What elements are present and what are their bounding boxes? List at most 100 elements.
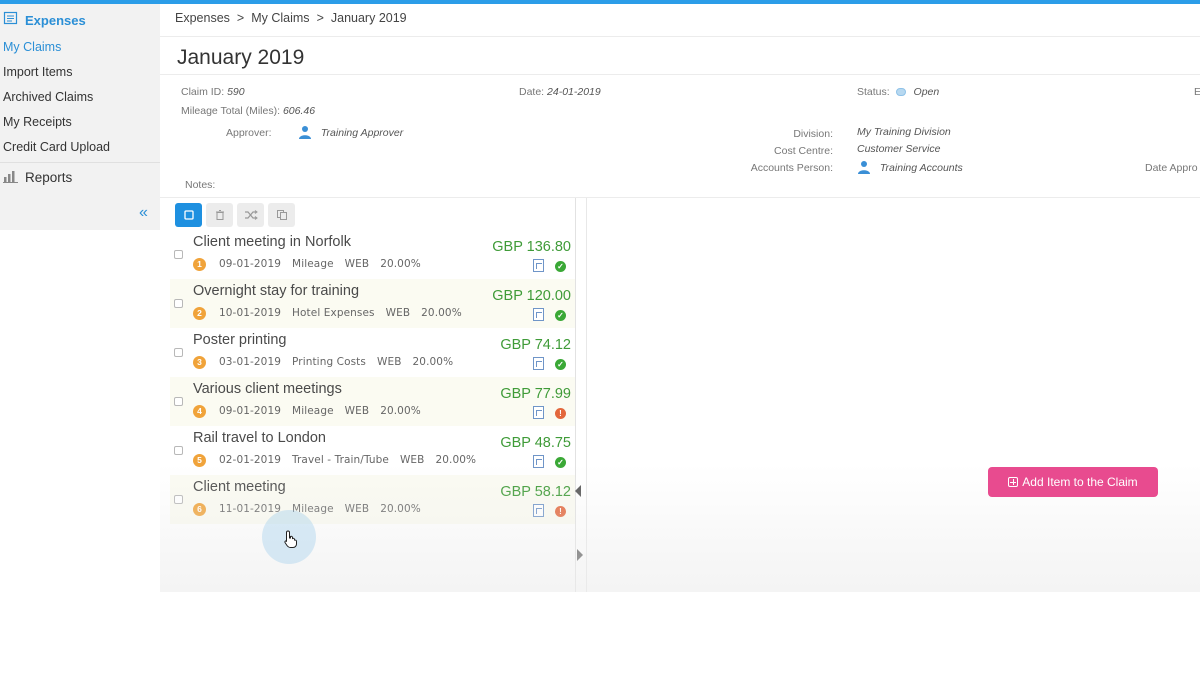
- item-title: Overnight stay for training: [193, 283, 360, 299]
- plus-square-icon: [1008, 477, 1019, 487]
- item-checkbox[interactable]: [174, 446, 183, 455]
- warning-circle-icon: !: [555, 408, 566, 419]
- title-divider: [160, 74, 1200, 75]
- mileage-total-value: 606.46: [282, 105, 316, 117]
- copy-button[interactable]: [268, 203, 295, 227]
- approver-label: Approver:: [226, 127, 272, 139]
- receipt-icon[interactable]: [533, 308, 544, 321]
- item-meta: 02-01-2019 Travel - Train/Tube WEB 20.00…: [219, 454, 476, 466]
- item-category: Printing Costs: [292, 356, 366, 368]
- item-vat: 20.00%: [421, 307, 462, 319]
- breadcrumb-current: January 2019: [330, 11, 407, 25]
- list-item[interactable]: Poster printing 3 03-01-2019 Printing Co…: [170, 328, 575, 377]
- breadcrumb-separator: >: [236, 11, 245, 25]
- check-circle-icon: ✓: [555, 457, 566, 468]
- item-amount: GBP 120.00: [492, 288, 571, 304]
- item-amount: GBP 136.80: [492, 239, 571, 255]
- item-vat: 20.00%: [380, 258, 421, 270]
- claim-status-value: Open: [913, 86, 940, 98]
- receipt-icon[interactable]: [533, 259, 544, 272]
- item-meta: 11-01-2019 Mileage WEB 20.00%: [219, 503, 421, 515]
- item-source: WEB: [344, 405, 370, 417]
- list-item[interactable]: Rail travel to London 5 02-01-2019 Trave…: [170, 426, 575, 475]
- sidebar-item-reports-label: Reports: [25, 170, 73, 185]
- item-number-badge: 1: [193, 258, 206, 271]
- person-icon: [298, 125, 312, 142]
- sidebar-header-expenses[interactable]: Expenses: [3, 11, 86, 29]
- item-source: WEB: [344, 258, 370, 270]
- item-checkbox[interactable]: [174, 495, 183, 504]
- item-category: Mileage: [292, 405, 334, 417]
- sidebar-header-label: Expenses: [25, 12, 86, 28]
- item-date: 09-01-2019: [219, 258, 282, 270]
- list-item[interactable]: Client meeting in Norfolk 1 09-01-2019 M…: [170, 230, 575, 279]
- delete-button[interactable]: [206, 203, 233, 227]
- collapse-left-icon[interactable]: [575, 485, 581, 497]
- sidebar-item-my-receipts[interactable]: My Receipts: [3, 115, 72, 129]
- breadcrumb-expenses[interactable]: Expenses: [175, 11, 230, 25]
- item-amount: GBP 74.12: [500, 337, 571, 353]
- select-all-button[interactable]: [175, 203, 202, 227]
- sidebar-item-import-items[interactable]: Import Items: [3, 65, 72, 79]
- item-meta: 03-01-2019 Printing Costs WEB 20.00%: [219, 356, 453, 368]
- sidebar-item-archived-claims[interactable]: Archived Claims: [3, 90, 93, 104]
- item-amount: GBP 58.12: [500, 484, 571, 500]
- mileage-total-label: Mileage Total (Miles):: [181, 105, 281, 117]
- cost-centre-text: Customer Service: [857, 143, 941, 155]
- item-title: Various client meetings: [193, 381, 342, 397]
- item-source: WEB: [344, 503, 370, 515]
- hand-pointer-icon: [284, 530, 298, 553]
- move-button[interactable]: [237, 203, 264, 227]
- expenses-icon: [3, 10, 19, 31]
- item-vat: 20.00%: [412, 356, 454, 368]
- item-title: Client meeting: [193, 479, 286, 495]
- division-value: My Training Division: [857, 126, 951, 138]
- approver-value: Training Approver: [320, 127, 404, 139]
- breadcrumb-divider: [160, 36, 1200, 37]
- sidebar-item-reports[interactable]: Reports: [3, 169, 72, 186]
- sidebar-item-credit-card-upload[interactable]: Credit Card Upload: [3, 140, 110, 154]
- receipt-icon[interactable]: [533, 406, 544, 419]
- items-toolbar: [175, 203, 295, 227]
- trash-icon: [215, 210, 224, 220]
- item-checkbox[interactable]: [174, 397, 183, 406]
- item-category: Travel - Train/Tube: [292, 454, 389, 466]
- list-item[interactable]: Various client meetings 4 09-01-2019 Mil…: [170, 377, 575, 426]
- claim-status: Status: Open: [857, 86, 939, 98]
- claim-id: Claim ID: 590: [181, 86, 245, 98]
- receipt-icon[interactable]: [533, 455, 544, 468]
- cost-centre-value: Customer Service: [857, 143, 940, 155]
- division-label: Division:: [793, 128, 833, 140]
- item-date: 11-01-2019: [219, 503, 282, 515]
- accounts-person-value: Training Accounts: [879, 162, 963, 174]
- item-checkbox[interactable]: [174, 250, 183, 259]
- item-date: 02-01-2019: [219, 454, 282, 466]
- person-icon: [857, 160, 871, 177]
- item-title: Poster printing: [193, 332, 287, 348]
- claim-date-label: Date:: [519, 86, 545, 98]
- collapse-sidebar-icon[interactable]: «: [139, 205, 148, 221]
- expand-right-icon[interactable]: [577, 549, 583, 561]
- item-number-badge: 4: [193, 405, 206, 418]
- item-meta: 10-01-2019 Hotel Expenses WEB 20.00%: [219, 307, 462, 319]
- item-checkbox[interactable]: [174, 299, 183, 308]
- list-item[interactable]: Overnight stay for training 2 10-01-2019…: [170, 279, 575, 328]
- check-circle-icon: ✓: [555, 310, 566, 321]
- receipt-icon[interactable]: [533, 357, 544, 370]
- date-approved-label: Date Appro: [1145, 162, 1198, 174]
- breadcrumb-my-claims[interactable]: My Claims: [251, 11, 309, 25]
- cost-centre-label: Cost Centre:: [774, 145, 833, 157]
- item-date: 09-01-2019: [219, 405, 282, 417]
- breadcrumb: Expenses > My Claims > January 2019: [175, 11, 407, 25]
- item-checkbox[interactable]: [174, 348, 183, 357]
- bar-chart-icon: [3, 169, 19, 186]
- item-meta: 09-01-2019 Mileage WEB 20.00%: [219, 258, 421, 270]
- checkbox-icon: [183, 210, 194, 220]
- claim-date-value: 24-01-2019: [547, 86, 601, 98]
- mileage-total: Mileage Total (Miles): 606.46: [181, 105, 315, 117]
- add-item-button[interactable]: Add Item to the Claim: [988, 467, 1158, 497]
- sidebar-item-my-claims[interactable]: My Claims: [3, 40, 61, 54]
- receipt-icon[interactable]: [533, 504, 544, 517]
- claim-status-label: Status:: [857, 86, 890, 98]
- list-item[interactable]: Client meeting 6 11-01-2019 Mileage WEB …: [170, 475, 575, 524]
